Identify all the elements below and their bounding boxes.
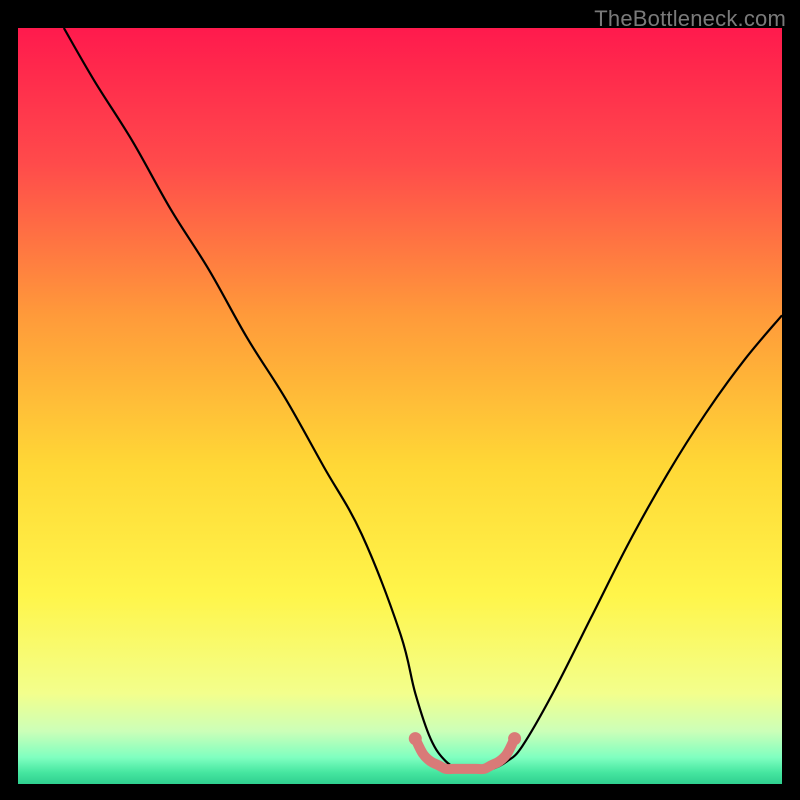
watermark-text: TheBottleneck.com [594,6,786,32]
gradient-background [18,28,782,784]
plot-area [18,28,782,784]
chart-canvas: TheBottleneck.com [0,0,800,800]
